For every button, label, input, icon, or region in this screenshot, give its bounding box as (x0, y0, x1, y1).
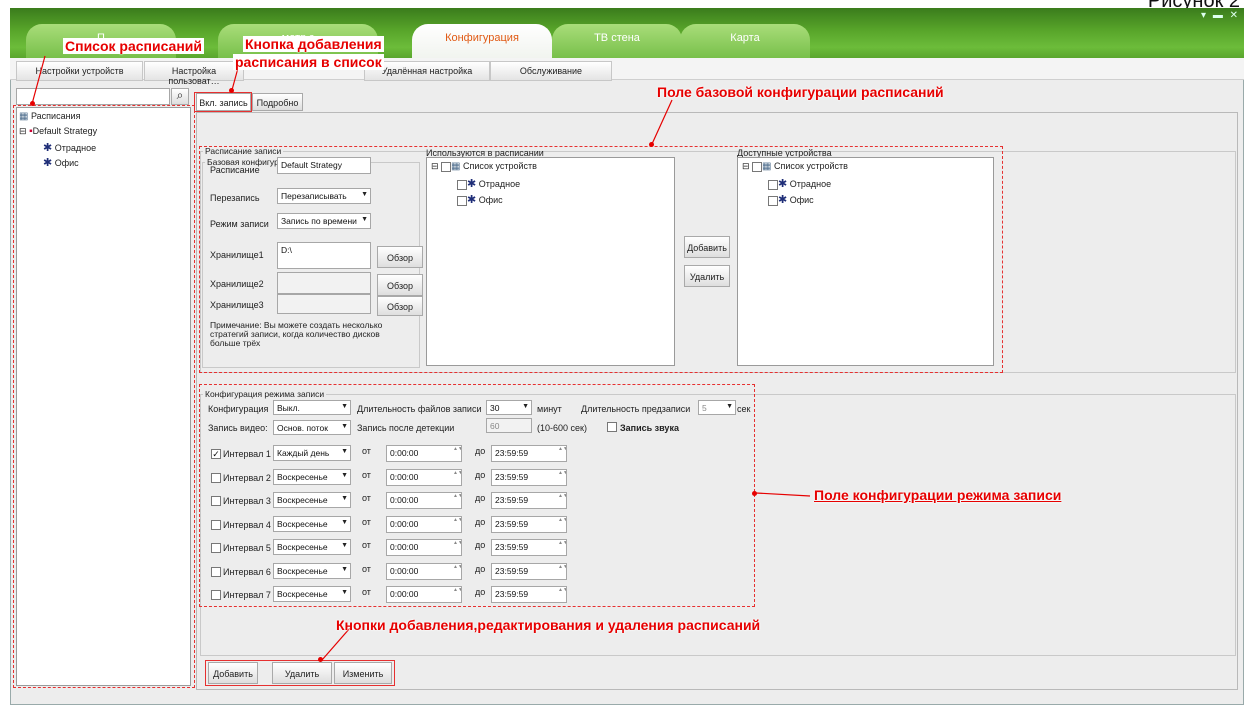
annotation-add-button-line2: расписания в список (233, 54, 384, 70)
annotation-dot (30, 101, 35, 106)
annotation-add-button-line1: Кнопка добавления (243, 36, 384, 52)
annotation-bottom-buttons: Кнопки добавления,редактирования и удале… (336, 617, 761, 633)
annotation-dot (229, 88, 234, 93)
annotation-dot (318, 657, 323, 662)
annotation-dot (752, 491, 757, 496)
annotation-lines (31, 55, 811, 661)
annotation-dot (649, 142, 654, 147)
annotation-base-config: Поле базовой конфигурации расписаний (657, 84, 944, 100)
annotation-mode-config: Поле конфигурации режима записи (814, 487, 1062, 503)
annotation-schedule-list: Список расписаний (63, 38, 205, 54)
